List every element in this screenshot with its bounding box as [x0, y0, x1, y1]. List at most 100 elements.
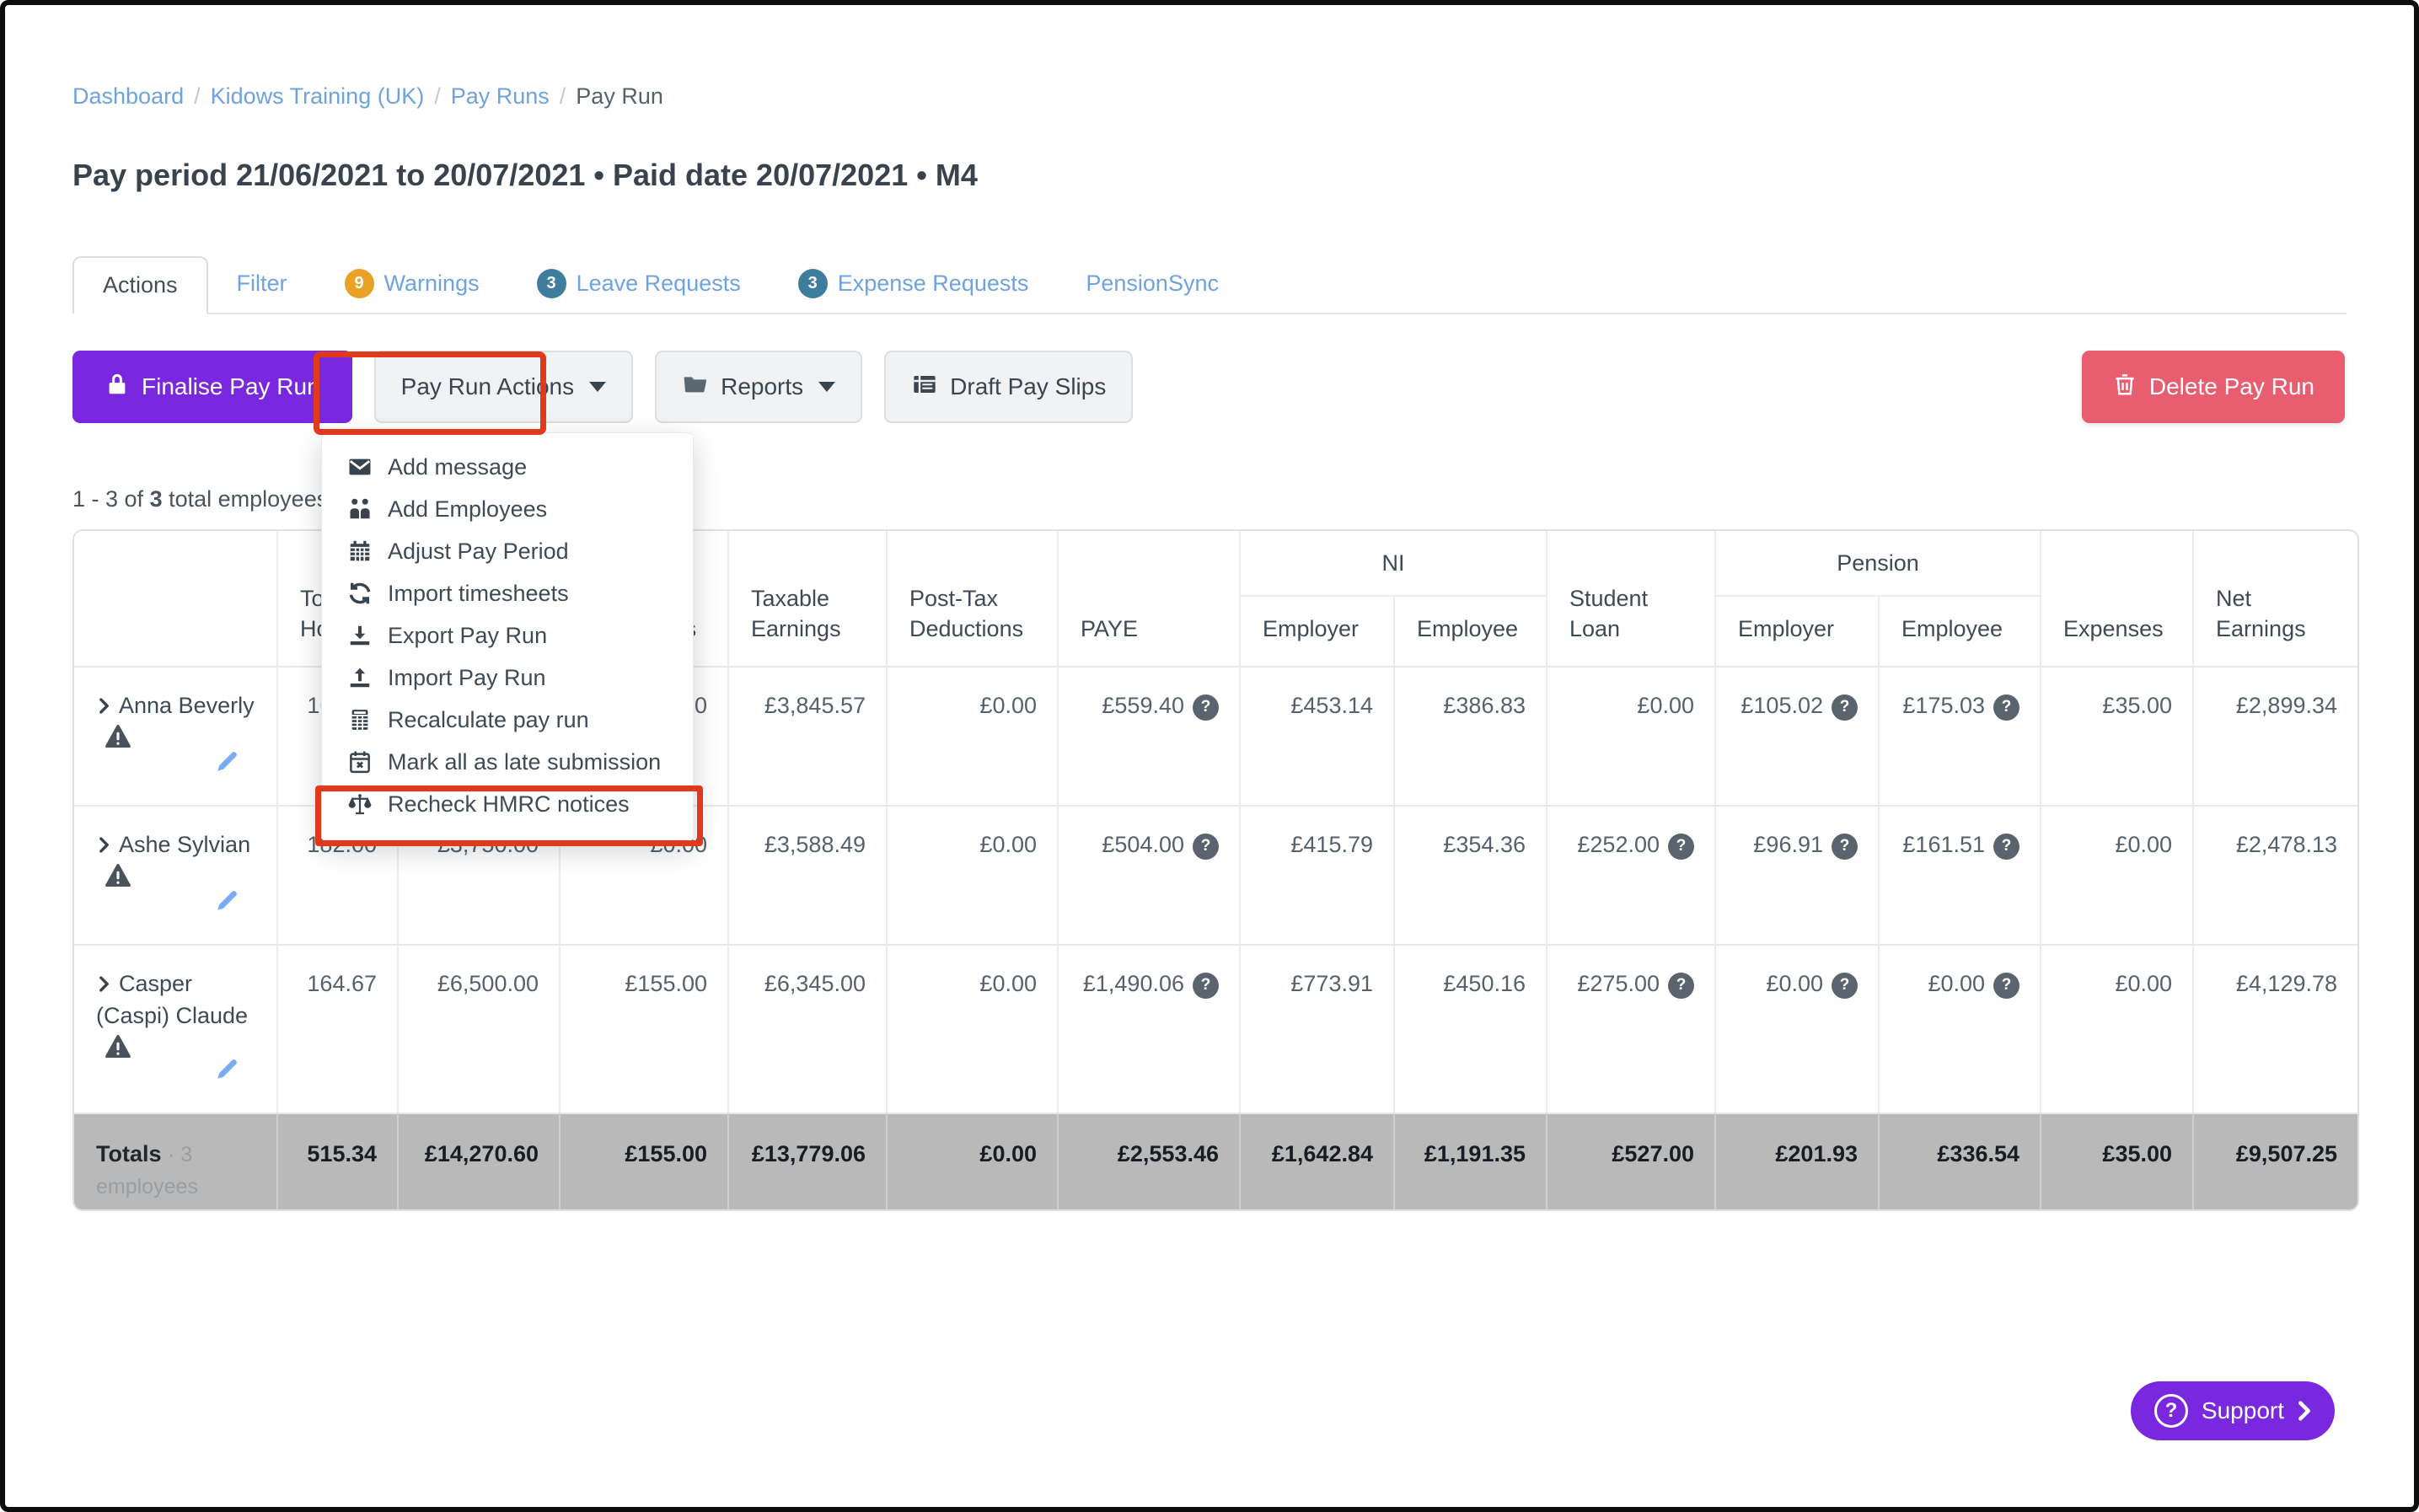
- folder-icon: [682, 371, 709, 404]
- chevron-right-icon[interactable]: [96, 829, 112, 861]
- totals-cell-expenses: £35.00: [2040, 1113, 2192, 1209]
- help-badge-icon[interactable]: ?: [1832, 694, 1858, 721]
- column-header-pension-employer: Employer: [1714, 597, 1878, 666]
- edit-pencil-icon[interactable]: [214, 887, 241, 922]
- menu-item-adjust-pay-period[interactable]: Adjust Pay Period: [322, 530, 693, 572]
- add-employees-icon: [346, 496, 374, 522]
- breadcrumb-item-pay-runs[interactable]: Pay Runs: [451, 83, 550, 109]
- cell-value: £155.00: [625, 971, 707, 996]
- column-header-ni-employee: Employee: [1393, 597, 1546, 666]
- help-badge-icon[interactable]: ?: [1832, 834, 1858, 860]
- menu-item-recheck-hmrc-notices[interactable]: Recheck HMRC notices: [322, 783, 693, 825]
- breadcrumb-item-pay-run: Pay Run: [576, 83, 663, 109]
- menu-item-export-pay-run[interactable]: Export Pay Run: [322, 614, 693, 657]
- download-icon: [346, 623, 374, 648]
- breadcrumb-item-dashboard[interactable]: Dashboard: [72, 83, 184, 109]
- column-header-net-earnings: Net Earnings: [2192, 531, 2357, 666]
- totals-cell-ni_employee: £1,191.35: [1393, 1113, 1546, 1209]
- lock-icon: [105, 372, 130, 403]
- column-header-student-loan: Student Loan: [1546, 531, 1714, 666]
- cell-value: £4,129.78: [2236, 971, 2337, 996]
- menu-item-label: Adjust Pay Period: [388, 539, 569, 565]
- menu-item-label: Add Employees: [388, 496, 547, 523]
- cell-value: £450.16: [1443, 971, 1526, 996]
- cell-value: £0.00: [1766, 971, 1823, 996]
- reports-button[interactable]: Reports: [655, 351, 862, 423]
- cell-value: £6,345.00: [764, 971, 866, 996]
- cell-value: £0.00: [979, 971, 1037, 996]
- help-badge-icon[interactable]: ?: [1193, 973, 1219, 999]
- help-badge-icon[interactable]: ?: [1832, 973, 1858, 999]
- finalise-pay-run-label: Finalise Pay Run: [142, 373, 320, 400]
- cell-value: £0.00: [979, 693, 1037, 718]
- breadcrumb-separator: /: [560, 83, 566, 109]
- refresh-icon: [346, 581, 374, 606]
- cell-posttax: £0.00: [886, 944, 1057, 1113]
- cell-pension_employer: £0.00?: [1714, 944, 1878, 1113]
- menu-item-add-employees[interactable]: Add Employees: [322, 488, 693, 530]
- tab-label: Leave Requests: [577, 271, 741, 297]
- help-badge-icon[interactable]: ?: [1993, 834, 2019, 860]
- menu-item-import-timesheets[interactable]: Import timesheets: [322, 572, 693, 614]
- menu-item-mark-all-as-late-submission[interactable]: Mark all as late submission: [322, 741, 693, 783]
- cell-value: £354.36: [1443, 832, 1526, 857]
- chevron-right-icon[interactable]: [96, 968, 112, 1000]
- chevron-right-icon[interactable]: [96, 690, 112, 722]
- tab-pensionsync[interactable]: PensionSync: [1057, 255, 1247, 313]
- help-badge-icon[interactable]: ?: [1993, 694, 2019, 721]
- edit-pencil-icon[interactable]: [214, 748, 241, 783]
- tab-filter[interactable]: Filter: [208, 255, 316, 313]
- finalise-pay-run-button[interactable]: Finalise Pay Run: [72, 351, 352, 423]
- edit-pencil-icon[interactable]: [214, 1055, 241, 1091]
- tab-actions[interactable]: Actions: [72, 256, 208, 314]
- cell-pension_employee: £0.00?: [1878, 944, 2040, 1113]
- cell-value: £0.00: [2115, 971, 2172, 996]
- help-badge-icon[interactable]: ?: [1668, 834, 1694, 860]
- tab-leave-requests[interactable]: 3Leave Requests: [508, 255, 770, 313]
- tab-expense-requests[interactable]: 3Expense Requests: [770, 255, 1058, 313]
- cell-value: £559.40: [1102, 693, 1184, 718]
- envelope-icon: [346, 454, 374, 480]
- menu-item-import-pay-run[interactable]: Import Pay Run: [322, 657, 693, 699]
- menu-item-recalculate-pay-run[interactable]: Recalculate pay run: [322, 699, 693, 741]
- tab-label: Warnings: [384, 271, 480, 297]
- tab-bar: Actions Filter 9 Warnings 3Leave Requests3Ex…: [72, 255, 2347, 314]
- column-header-ni-employer: Employer: [1239, 597, 1393, 666]
- breadcrumb: Dashboard/Kidows Training (UK)/Pay Runs/…: [72, 83, 2414, 110]
- calendar-icon: [346, 539, 374, 564]
- cell-value: £386.83: [1443, 693, 1526, 718]
- delete-pay-run-button[interactable]: Delete Pay Run: [2082, 351, 2345, 423]
- cell-value: £3,845.57: [764, 693, 866, 718]
- totals-label: Totals: [96, 1141, 162, 1166]
- totals-cell-student_loan: £527.00: [1546, 1113, 1714, 1209]
- pay-run-actions-button[interactable]: Pay Run Actions: [374, 351, 633, 423]
- cell-student_loan: £252.00?: [1546, 805, 1714, 944]
- employee-name[interactable]: Ashe Sylvian: [119, 832, 250, 857]
- support-button[interactable]: ? Support: [2131, 1381, 2335, 1440]
- draft-pay-slips-button[interactable]: Draft Pay Slips: [884, 351, 1133, 423]
- employee-name[interactable]: Anna Beverly: [119, 693, 255, 718]
- warning-icon[interactable]: [105, 1034, 131, 1067]
- tab-badge: 9: [345, 269, 374, 298]
- cell-pretax: £155.00: [559, 944, 727, 1113]
- employee-name[interactable]: Casper (Caspi) Claude: [96, 971, 248, 1028]
- help-badge-icon[interactable]: ?: [1993, 973, 2019, 999]
- cell-value: £275.00: [1577, 971, 1660, 996]
- totals-cell-ni_employer: £1,642.84: [1239, 1113, 1393, 1209]
- warning-icon[interactable]: [105, 724, 131, 757]
- tab-warnings[interactable]: 9 Warnings: [316, 255, 508, 313]
- menu-item-add-message[interactable]: Add message: [322, 446, 693, 488]
- breadcrumb-item-kidows-training-uk[interactable]: Kidows Training (UK): [211, 83, 425, 109]
- scales-icon: [346, 791, 374, 817]
- column-header-name: [74, 531, 276, 666]
- totals-cell-hours: 515.34: [276, 1113, 397, 1209]
- help-badge-icon[interactable]: ?: [1668, 973, 1694, 999]
- menu-item-label: Recalculate pay run: [388, 707, 589, 733]
- warning-icon[interactable]: [105, 863, 131, 896]
- help-badge-icon[interactable]: ?: [1193, 694, 1219, 721]
- cell-value: £96.91: [1753, 832, 1823, 857]
- help-badge-icon[interactable]: ?: [1193, 834, 1219, 860]
- caret-down-icon: [589, 382, 606, 392]
- tab-label: Actions: [103, 272, 178, 298]
- cell-ni_employer: £773.91: [1239, 944, 1393, 1113]
